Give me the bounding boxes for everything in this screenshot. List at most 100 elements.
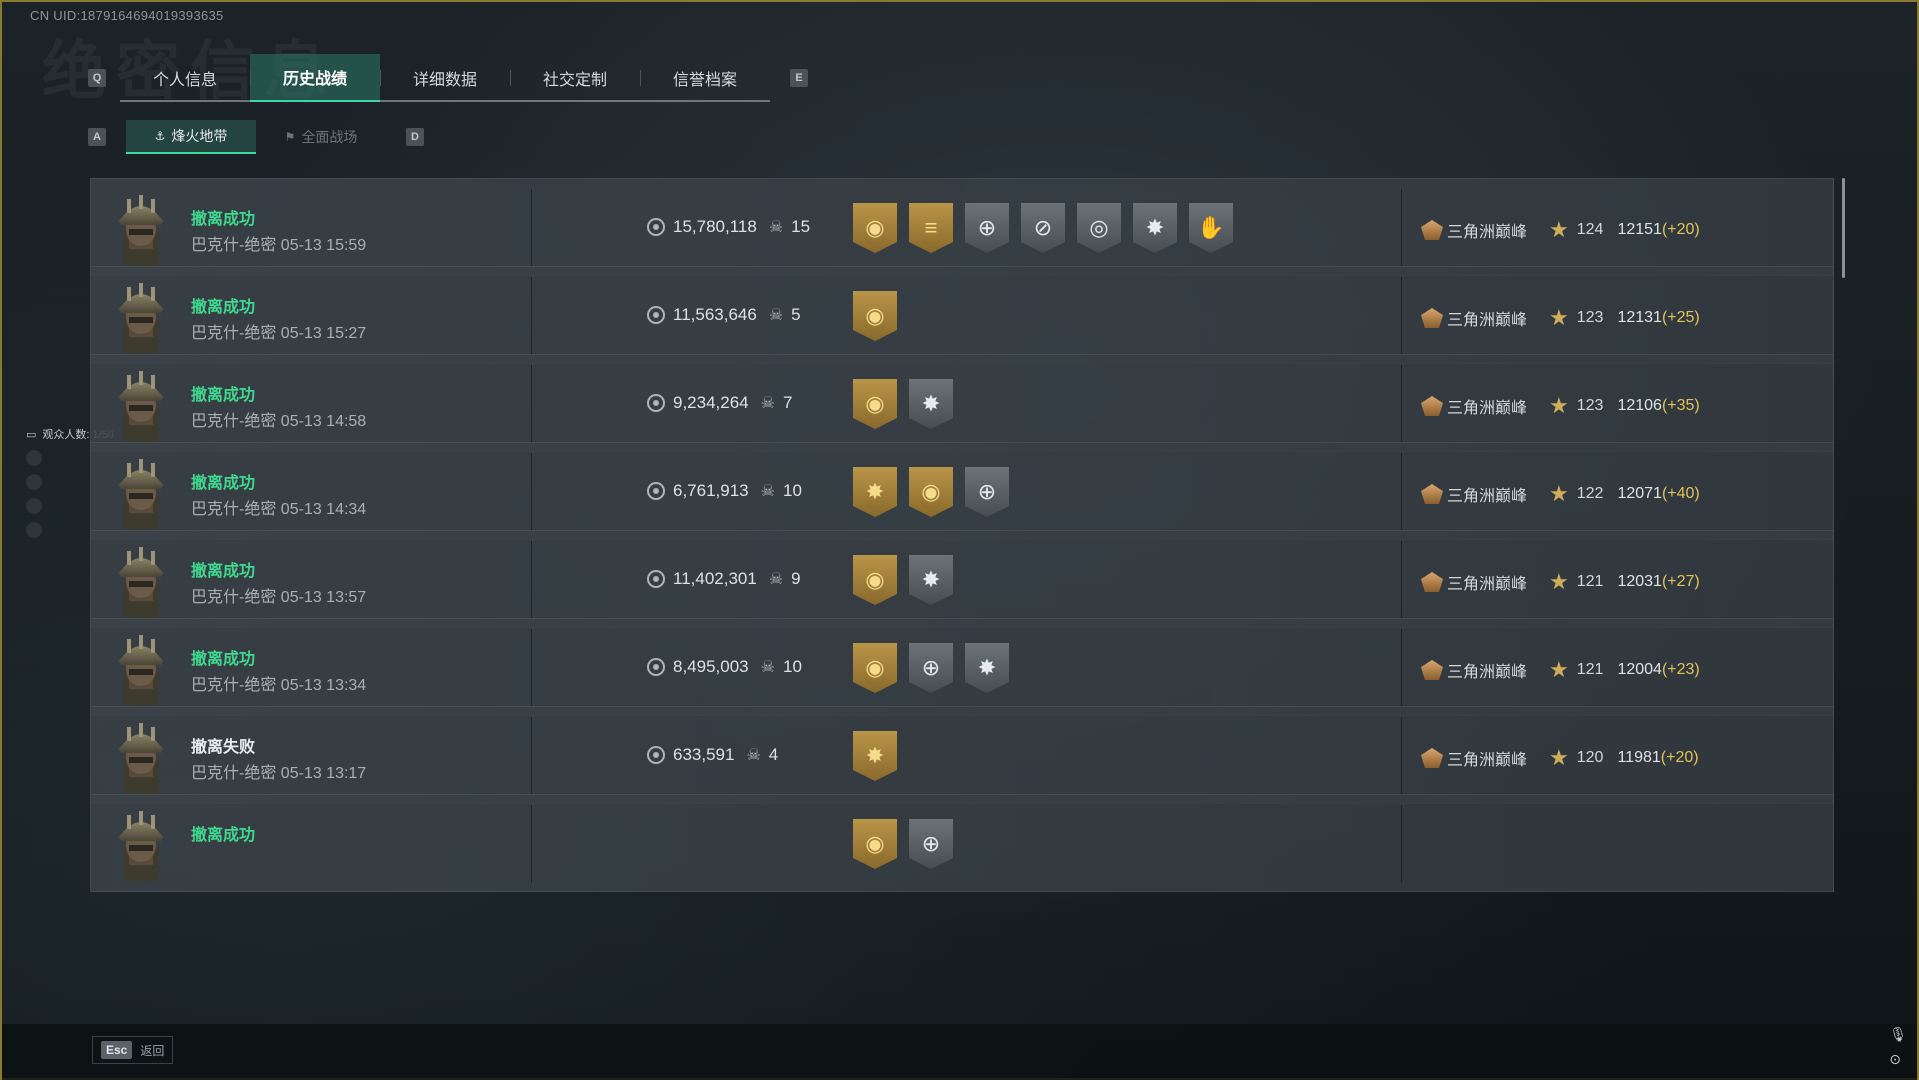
coin-badge-icon[interactable]: ◉ [853, 819, 897, 869]
tab-label: 社交定制 [542, 72, 607, 89]
column-divider [1401, 717, 1402, 795]
coin-icon [647, 394, 665, 412]
achievement-badges: ◉ ≡ ⊕ ⊘ ◎ ✸ ✋ [853, 203, 1233, 253]
star-icon: ★ [1549, 745, 1569, 770]
target-badge-icon[interactable]: ◎ [1077, 203, 1121, 253]
rank-score: 12071 [1617, 485, 1662, 502]
coin-badge-icon[interactable]: ◉ [909, 467, 953, 517]
next-mode-key[interactable]: D [406, 128, 424, 146]
coin-badge-icon[interactable]: ◉ [853, 291, 897, 341]
crosshair-badge-icon[interactable]: ⊕ [909, 643, 953, 693]
column-divider [1401, 277, 1402, 355]
coin-badge-icon[interactable]: ◉ [853, 203, 897, 253]
viewer-avatar [26, 522, 42, 538]
esc-key: Esc [101, 1041, 133, 1059]
coin-icon [647, 570, 665, 588]
match-record-row[interactable]: 撤离成功 巴克什-绝密 05-13 13:57 11,402,301 ☠ 9 ◉… [90, 530, 1834, 628]
crosshair-badge-icon[interactable]: ⊕ [909, 819, 953, 869]
tab-reputation[interactable]: 信誉档案 [640, 54, 770, 102]
rank-emblem-icon [1421, 748, 1443, 768]
tab-social[interactable]: 社交定制 [510, 54, 640, 102]
operator-avatar [119, 459, 163, 529]
coin-badge-icon[interactable]: ◉ [853, 379, 897, 429]
rank-name: 三角洲巅峰 [1447, 664, 1528, 681]
crosshair-badge-icon[interactable]: ⊕ [965, 467, 1009, 517]
star-icon: ★ [1549, 569, 1569, 594]
star-count: 121 [1576, 573, 1604, 590]
tab-mode-battlefield[interactable]: ⚑ 全面战场 [256, 120, 386, 154]
microphone-icon[interactable]: 🎙 [1889, 1026, 1907, 1043]
match-time: 05-13 15:27 [280, 325, 367, 342]
column-divider [1401, 805, 1402, 883]
star-count: 123 [1576, 397, 1604, 414]
achievement-badges: ◉ ⊕ ✸ [853, 643, 1009, 693]
coin-badge-icon[interactable]: ◉ [853, 643, 897, 693]
column-divider [1401, 189, 1402, 267]
kill-count: 9 [791, 569, 801, 588]
settings-icon[interactable]: ⊙ [1889, 1051, 1907, 1068]
coin-icon [647, 746, 665, 764]
star-count: 124 [1576, 221, 1604, 238]
burst-badge-icon[interactable]: ✸ [965, 643, 1009, 693]
column-divider [531, 805, 532, 883]
loot-value: 11,563,646 [673, 305, 757, 324]
tab-match-history[interactable]: 历史战绩 [250, 54, 380, 102]
rank-name: 三角洲巅峰 [1447, 488, 1528, 505]
match-record-row[interactable]: 撤离成功 ◉ ⊕ [90, 794, 1834, 892]
loot-value: 8,495,003 [673, 657, 749, 676]
match-record-row[interactable]: 撤离成功 巴克什-绝密 05-13 13:34 8,495,003 ☠ 10 ◉… [90, 618, 1834, 716]
column-divider [531, 277, 532, 355]
crosshair-badge-icon[interactable]: ⊕ [965, 203, 1009, 253]
rank-score: 11981 [1617, 749, 1661, 766]
back-button[interactable]: Esc 返回 [92, 1036, 174, 1064]
match-record-row[interactable]: 撤离成功 巴克什-绝密 05-13 15:59 15,780,118 ☠ 15 … [90, 178, 1834, 276]
prev-mode-key[interactable]: A [88, 128, 106, 146]
operator-avatar [119, 547, 163, 617]
match-record-row[interactable]: 撤离失败 巴克什-绝密 05-13 13:17 633,591 ☠ 4 ✸ 三角… [90, 706, 1834, 804]
rank-score: 12151 [1617, 221, 1662, 238]
burst-badge-icon[interactable]: ✸ [853, 731, 897, 781]
loot-value: 15,780,118 [673, 217, 757, 236]
star-count: 122 [1576, 485, 1604, 502]
map-name: 巴克什-绝密 [191, 765, 277, 782]
achievement-badges: ◉ ✸ [853, 379, 953, 429]
burst-badge-icon[interactable]: ✸ [1133, 203, 1177, 253]
kill-count: 4 [768, 745, 779, 764]
match-time: 05-13 15:59 [280, 237, 367, 254]
tab-mode-warzone[interactable]: ⚓ 烽火地带 [126, 120, 256, 154]
next-tab-key[interactable]: E [790, 69, 808, 87]
skull-icon: ☠ [760, 395, 775, 412]
column-divider [531, 541, 532, 619]
match-record-row[interactable]: 撤离成功 巴克什-绝密 05-13 15:27 11,563,646 ☠ 5 ◉… [90, 266, 1834, 364]
stack-badge-icon[interactable]: ≡ [909, 203, 953, 253]
viewer-avatar [26, 498, 42, 514]
burst-badge-icon[interactable]: ✸ [853, 467, 897, 517]
tab-personal-info[interactable]: 个人信息 [120, 54, 250, 102]
match-history-list[interactable]: 撤离成功 巴克什-绝密 05-13 15:59 15,780,118 ☠ 15 … [90, 178, 1834, 974]
hand-badge-icon[interactable]: ✋ [1189, 203, 1233, 253]
star-count: 120 [1576, 749, 1604, 766]
list-scrollbar[interactable] [1842, 178, 1845, 278]
match-record-row[interactable]: 撤离成功 巴克什-绝密 05-13 14:58 9,234,264 ☠ 7 ◉ ✸… [90, 354, 1834, 452]
rank-block: 三角洲巅峰 ★ 120 11981 (+20) [1421, 745, 1699, 771]
map-name: 巴克什-绝密 [191, 501, 277, 518]
viewer-avatar [26, 474, 42, 490]
kill-count: 15 [791, 217, 811, 236]
prev-tab-key[interactable]: Q [88, 69, 106, 87]
rank-score: 12131 [1617, 309, 1662, 326]
map-name: 巴克什-绝密 [191, 589, 277, 606]
coin-badge-icon[interactable]: ◉ [853, 555, 897, 605]
crosshair-slash-badge-icon[interactable]: ⊘ [1021, 203, 1065, 253]
star-icon: ★ [1549, 305, 1569, 330]
map-and-time: 巴克什-绝密 05-13 15:59 [191, 231, 366, 255]
burst-badge-icon[interactable]: ✸ [909, 555, 953, 605]
battlefield-icon: ⚑ [284, 130, 296, 144]
star-icon: ★ [1549, 393, 1569, 418]
match-record-row[interactable]: 撤离成功 巴克什-绝密 05-13 14:34 6,761,913 ☠ 10 ✸… [90, 442, 1834, 540]
tab-detailed-stats[interactable]: 详细数据 [380, 54, 510, 102]
rank-block: 三角洲巅峰 ★ 122 12071 (+40) [1421, 481, 1700, 507]
loot-value: 6,761,913 [673, 481, 749, 500]
tab-mode-warzone-label: 烽火地带 [171, 128, 228, 144]
burst-badge-icon[interactable]: ✸ [909, 379, 953, 429]
rank-name: 三角洲巅峰 [1447, 312, 1528, 329]
